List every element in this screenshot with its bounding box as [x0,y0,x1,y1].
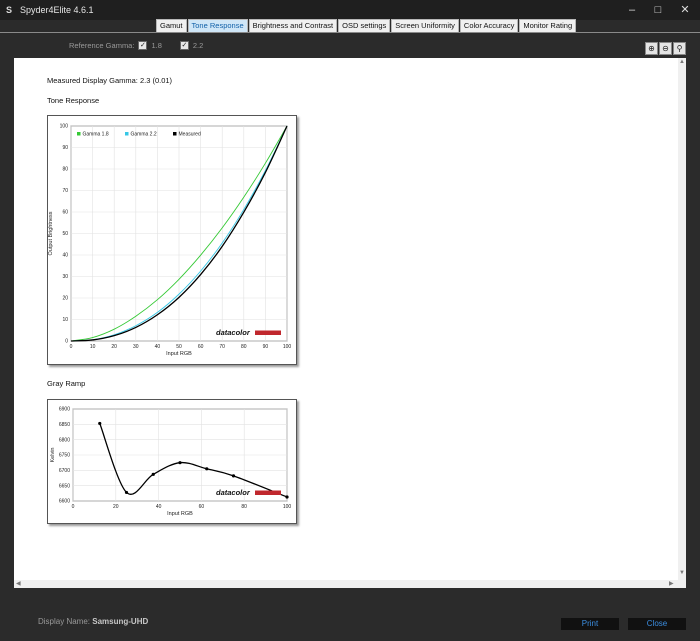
app-icon: S [6,5,13,15]
legend-entry: Gamma 2.2 [131,132,157,138]
reference-gamma-row: Reference Gamma: ✓ 1.8 ✓ 2.2 [69,41,203,50]
tab-monitor-rating[interactable]: Monitor Rating [519,19,577,33]
x-axis-label: Input RGB [167,511,193,517]
legend-swatch [125,132,129,136]
data-point [285,495,289,499]
x-tick-label: 70 [219,344,225,350]
y-axis-label: Output Brightness [48,211,54,255]
tab-tone-response[interactable]: Tone Response [187,19,248,33]
gray-ramp-svg: 0 20 40 60 80 100 6600 6650 6700 6750 6800 6850 6900… [50,407,292,517]
legend-entry: Measured [179,132,201,138]
zoom-fit-icon[interactable]: ⚲ [673,42,686,55]
tab-screen-uniformity[interactable]: Screen Uniformity [391,19,459,33]
close-button[interactable]: Close [628,618,686,630]
minimize-icon[interactable]: – [624,3,640,17]
measured-gamma-text: Measured Display Gamma: 2.3 (0.01) [47,76,173,85]
scroll-right-icon[interactable]: ▶ [669,580,674,587]
x-tick-label: 20 [111,344,117,350]
gamma-1-8-label: 1.8 [151,41,162,50]
x-tick-label: 80 [241,344,247,350]
scroll-up-icon[interactable]: ▲ [679,59,685,65]
y-tick-label: 30 [62,274,68,280]
data-point [98,421,102,426]
gamma-2-2-label: 2.2 [192,41,204,50]
y-tick-label: 6650 [59,483,70,489]
close-window-icon[interactable]: ✕ [677,3,693,17]
window-title: Spyder4Elite 4.6.1 [20,5,94,15]
gamma-1-8-checkbox[interactable]: ✓ [138,41,148,50]
y-tick-label: 6900 [59,407,70,413]
tone-response-svg: 0 10 20 30 40 50 60 70 80 90 100 0 10 20 30 40 50 60 70 80 9… [48,124,292,357]
maximize-icon[interactable]: □ [650,3,666,17]
legend-swatch [77,132,81,136]
y-tick-label: 10 [62,317,68,323]
y-axis-label: Kelvin [50,448,56,463]
x-tick-label: 100 [283,504,292,510]
legend-entry: Gamma 1.8 [83,132,109,138]
data-point [124,490,129,495]
x-tick-label: 40 [156,504,162,510]
datacolor-logo-bar [255,490,281,495]
legend-swatch [173,132,177,136]
tone-response-chart: 0 10 20 30 40 50 60 70 80 90 100 0 10 20 30 40 50 60 70 80 9… [47,115,297,365]
tab-color-accuracy[interactable]: Color Accuracy [459,19,519,33]
x-tick-label: 20 [113,504,119,510]
x-axis-label: Input RGB [166,351,192,357]
y-tick-label: 0 [65,339,68,345]
y-tick-label: 6850 [59,422,70,428]
print-button[interactable]: Print [561,618,619,630]
x-tick-label: 100 [283,344,292,350]
y-tick-label: 90 [62,145,68,151]
y-tick-label: 70 [62,188,68,194]
datacolor-logo-text: datacolor [216,488,251,497]
x-tick-label: 0 [70,344,73,350]
tab-brightness-contrast[interactable]: Brightness and Contrast [248,19,338,33]
tab-osd-settings[interactable]: OSD settings [338,19,391,33]
scroll-down-icon[interactable]: ▼ [679,570,685,576]
tab-gamut[interactable]: Gamut [156,19,187,33]
zoom-out-icon[interactable]: ⊖ [659,42,672,55]
reference-gamma-label: Reference Gamma: [69,41,135,50]
y-tick-label: 6700 [59,468,70,474]
data-point [205,467,209,471]
data-point [231,474,236,478]
y-tick-label: 40 [62,253,68,259]
scroll-left-icon[interactable]: ◀ [16,580,21,587]
y-tick-label: 50 [62,231,68,237]
tab-bar: Gamut Tone Response Brightness and Contr… [156,19,577,33]
title-bar: S Spyder4Elite 4.6.1 – □ ✕ [0,0,700,20]
x-tick-label: 80 [241,504,247,510]
y-tick-label: 100 [60,124,69,130]
y-tick-label: 6600 [59,499,70,505]
y-tick-label: 20 [62,296,68,302]
x-tick-label: 60 [199,504,205,510]
gamma-2-2-checkbox[interactable]: ✓ [179,41,189,50]
y-tick-label: 60 [62,210,68,216]
vertical-scrollbar[interactable]: ▲ ▼ [678,58,686,580]
x-tick-label: 40 [155,344,161,350]
report-panel: Measured Display Gamma: 2.3 (0.01) Tone … [14,58,686,588]
horizontal-scrollbar[interactable]: ◀ ▶ [14,580,686,588]
zoom-in-icon[interactable]: ⊕ [645,42,658,55]
x-tick-label: 50 [176,344,182,350]
datacolor-logo-text: datacolor [216,328,251,337]
y-tick-label: 80 [62,167,68,173]
gray-ramp-heading: Gray Ramp [47,379,86,388]
display-name-row: Display Name: Samsung-UHD [38,617,148,626]
data-point [151,472,155,476]
datacolor-logo-bar [255,330,281,335]
y-tick-label: 6800 [59,437,70,443]
tone-response-heading: Tone Response [47,96,100,105]
x-tick-label: 60 [198,344,204,350]
y-tick-label: 6750 [59,453,70,459]
x-tick-label: 10 [90,344,96,350]
display-name-label: Display Name: [38,617,91,626]
display-name-value: Samsung-UHD [92,617,149,626]
x-tick-label: 30 [133,344,139,350]
x-tick-label: 0 [72,504,75,510]
tab-divider [0,32,700,33]
data-point [178,461,182,465]
x-tick-label: 90 [263,344,269,350]
gray-ramp-chart: 0 20 40 60 80 100 6600 6650 6700 6750 6800 6850 6900… [47,399,297,524]
